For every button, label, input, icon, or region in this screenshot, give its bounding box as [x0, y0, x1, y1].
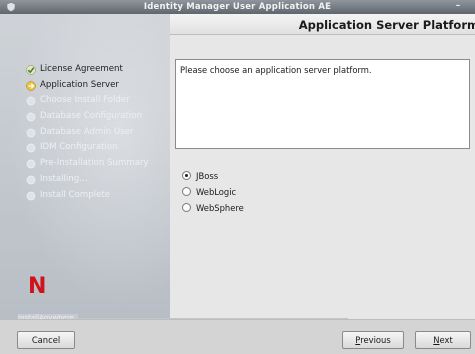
- sidebar: License Agreement Application Server Cho…: [0, 14, 170, 319]
- step-label: License Agreement: [40, 64, 123, 74]
- description-text: Please choose an application server plat…: [180, 65, 372, 75]
- radio-label: WebLogic: [196, 187, 237, 197]
- step-label: Pre-Installation Summary: [40, 158, 149, 169]
- install-steps-list: License Agreement Application Server Cho…: [26, 62, 149, 203]
- radio-button-icon[interactable]: [182, 187, 191, 196]
- description-box: Please choose an application server plat…: [175, 59, 470, 149]
- checkmark-icon: [26, 65, 36, 75]
- next-label: ext: [439, 335, 453, 345]
- previous-button[interactable]: Previous: [342, 331, 404, 349]
- cancel-button[interactable]: Cancel: [17, 331, 75, 349]
- step-pre-installation-summary: Pre-Installation Summary: [26, 156, 149, 172]
- radio-button-icon[interactable]: [182, 203, 191, 212]
- next-button[interactable]: Next: [415, 331, 471, 349]
- window-title: Identity Manager User Application AE: [143, 2, 332, 12]
- radio-label: JBoss: [196, 171, 219, 181]
- circle-icon: [26, 128, 36, 138]
- step-choose-install-folder: Choose Install Folder: [26, 93, 149, 109]
- radio-websphere[interactable]: WebSphere: [180, 200, 244, 216]
- step-license-agreement: License Agreement: [26, 62, 149, 78]
- page-header: Application Server Platform: [170, 14, 475, 35]
- page-title: Application Server Platform: [298, 18, 475, 32]
- step-label: Install Complete: [40, 189, 111, 200]
- platform-radio-group: JBoss WebLogic WebSphere: [180, 168, 244, 216]
- circle-icon: [26, 144, 36, 153]
- step-label: Installing...: [40, 173, 88, 184]
- button-bar: Cancel Previous Next: [0, 319, 475, 354]
- minimize-button[interactable]: –: [453, 1, 463, 12]
- step-label: Choose Install Folder: [40, 95, 130, 106]
- step-installing: Installing...: [26, 172, 149, 188]
- step-label: IDM Configuration: [40, 142, 118, 153]
- step-label: Database Admin User: [40, 126, 134, 137]
- radio-button-icon[interactable]: [182, 171, 191, 180]
- circle-icon: [26, 175, 36, 185]
- novell-logo: N: [28, 274, 47, 299]
- circle-icon: [26, 159, 36, 169]
- step-install-complete: Install Complete: [26, 188, 149, 204]
- step-label: Application Server: [40, 79, 119, 90]
- radio-label: WebSphere: [196, 203, 244, 213]
- previous-label: revious: [360, 335, 391, 345]
- step-label: Database Configuration: [40, 111, 143, 122]
- step-database-admin-user: Database Admin User: [26, 125, 149, 141]
- circle-icon: [26, 97, 36, 106]
- circle-icon: [26, 112, 36, 122]
- window-titlebar[interactable]: Identity Manager User Application AE –: [0, 0, 475, 14]
- radio-weblogic[interactable]: WebLogic: [180, 184, 244, 200]
- radio-jboss[interactable]: JBoss: [180, 168, 244, 184]
- step-database-configuration: Database Configuration: [26, 109, 149, 125]
- arrow-right-icon: [26, 80, 36, 91]
- circle-icon: [26, 191, 36, 200]
- step-idm-configuration: IDM Configuration: [26, 140, 149, 156]
- step-application-server: Application Server: [26, 78, 149, 94]
